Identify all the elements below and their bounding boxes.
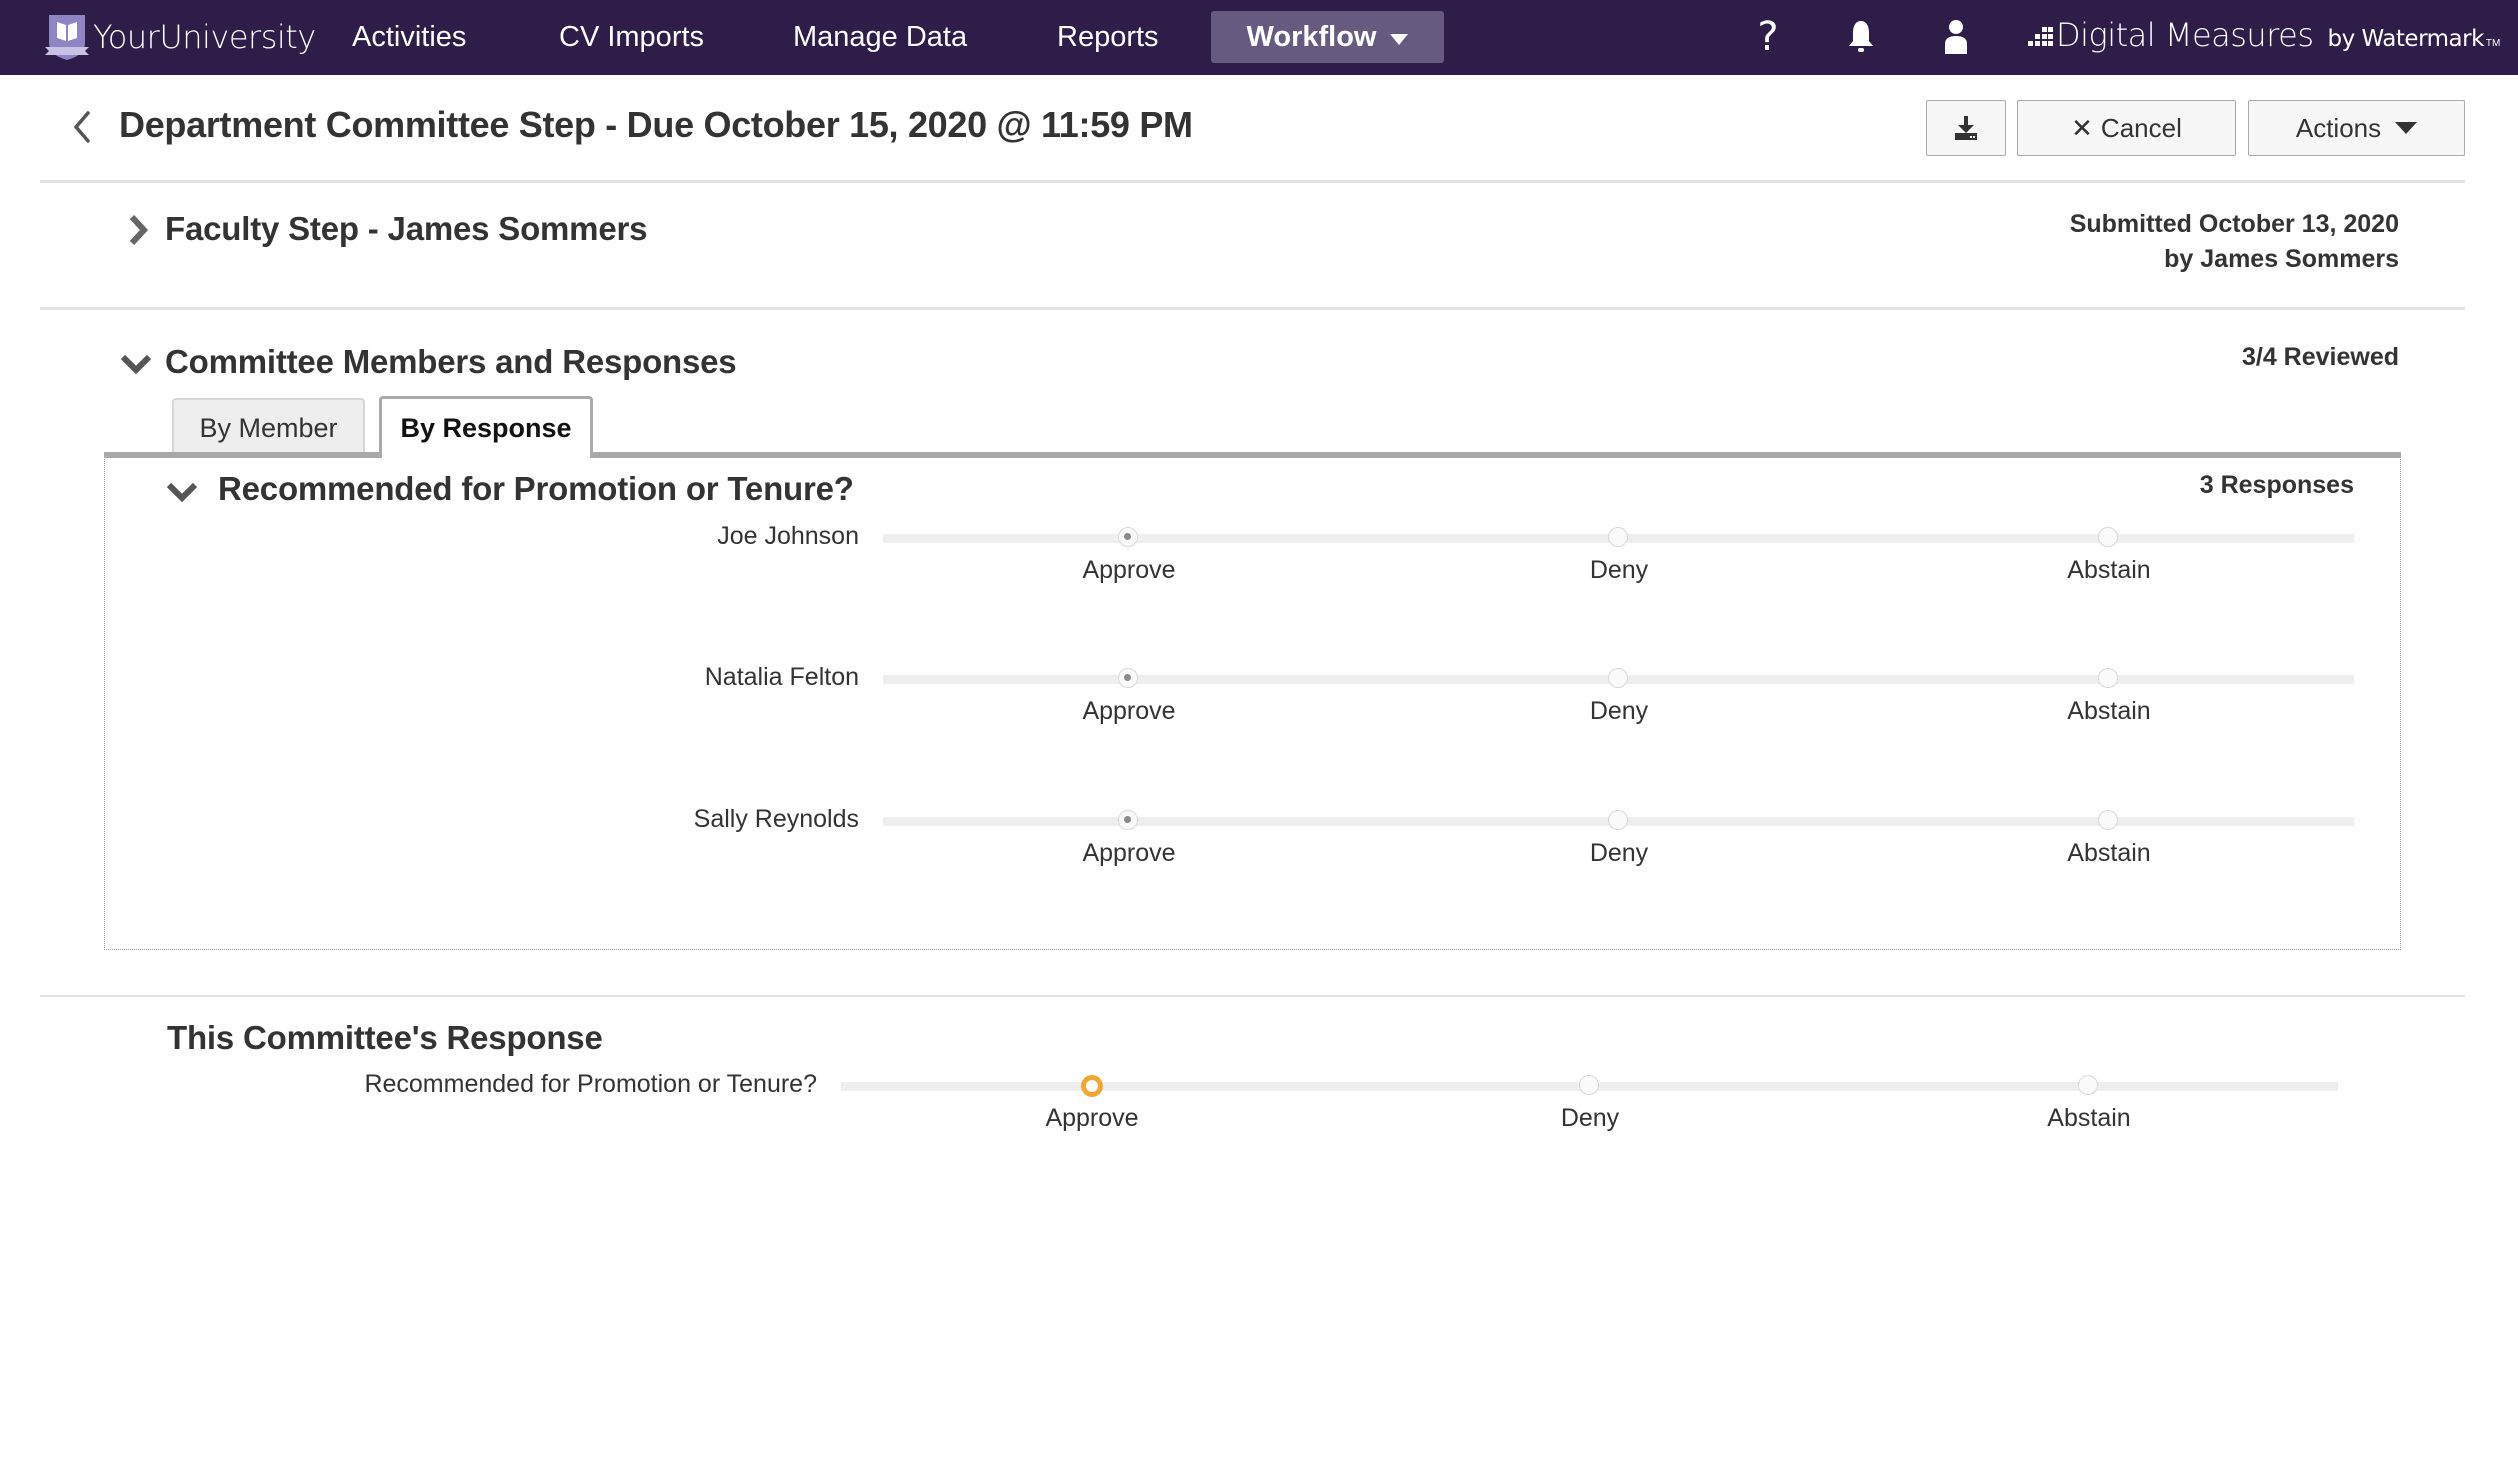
option-label-deny: Deny <box>1589 697 1649 725</box>
nav-activities[interactable]: Activities <box>352 18 466 56</box>
option-label-approve: Approve <box>1082 697 1176 725</box>
committee-response-label: Recommended for Promotion or Tenure? <box>364 1070 817 1098</box>
divider <box>40 995 2465 997</box>
nav-cv-imports[interactable]: CV Imports <box>559 18 704 56</box>
option-label-approve: Approve <box>1082 556 1176 584</box>
radio-approve[interactable] <box>1118 668 1138 688</box>
user-icon <box>1945 20 1967 54</box>
caret-down-icon <box>2395 122 2418 134</box>
user-menu-button[interactable] <box>1934 14 1978 60</box>
radio-abstain[interactable] <box>2098 810 2118 830</box>
brand-name: YourUniversity <box>93 18 316 56</box>
option-label-approve: Approve <box>1082 839 1176 867</box>
caret-down-icon <box>1390 33 1409 45</box>
university-logo[interactable]: YourUniversity <box>45 12 316 62</box>
submitted-info: Submitted October 13, 2020 by James Somm… <box>2070 207 2399 277</box>
radio-approve[interactable] <box>1118 810 1138 830</box>
member-response-label: Joe Johnson <box>717 522 859 550</box>
member-response-label: Natalia Felton <box>704 663 859 691</box>
close-icon: ✕ <box>2071 112 2093 143</box>
cancel-label: Cancel <box>2100 112 2182 143</box>
notifications-button[interactable] <box>1839 14 1883 60</box>
option-label-deny: Deny <box>1589 556 1649 584</box>
collapse-committee[interactable] <box>120 352 152 376</box>
nav-manage-data[interactable]: Manage Data <box>793 18 967 56</box>
download-button[interactable] <box>1926 100 2006 156</box>
committee-response-title: This Committee's Response <box>167 1019 603 1056</box>
radio-deny[interactable] <box>1608 527 1628 547</box>
radio-abstain[interactable] <box>2078 1075 2098 1095</box>
radio-deny[interactable] <box>1579 1075 1599 1095</box>
nav-workflow-label: Workflow <box>1246 20 1377 53</box>
response-count: 3 Responses <box>2199 471 2354 499</box>
option-label-abstain: Abstain <box>2067 839 2151 867</box>
trademark: TM <box>2485 38 2501 49</box>
collapse-question[interactable] <box>166 480 198 504</box>
option-label-abstain: Abstain <box>2067 556 2151 584</box>
cancel-button[interactable]: ✕ Cancel <box>2017 100 2236 156</box>
page-title: Department Committee Step - Due October … <box>119 104 1193 145</box>
help-icon: ? <box>1757 14 1779 60</box>
dm-dots-icon <box>2028 25 2054 49</box>
radio-abstain[interactable] <box>2098 668 2118 688</box>
vendor-by: by Watermark <box>2327 26 2485 52</box>
member-response-label: Sally Reynolds <box>693 805 859 833</box>
back-chevron-icon[interactable] <box>64 107 100 147</box>
radio-abstain[interactable] <box>2098 527 2118 547</box>
radio-deny[interactable] <box>1608 810 1628 830</box>
bell-icon <box>1849 21 1873 52</box>
top-navbar: YourUniversity Activities CV Imports Man… <box>0 0 2518 75</box>
option-label-abstain: Abstain <box>2067 697 2151 725</box>
tab-by-response[interactable]: By Response <box>379 396 593 458</box>
vendor-name: Digital Measures <box>2056 16 2314 54</box>
help-button[interactable]: ? <box>1746 14 1790 60</box>
tab-panel <box>104 456 2401 950</box>
radio-approve[interactable] <box>1081 1075 1103 1097</box>
actions-label: Actions <box>2295 112 2382 143</box>
question-title: Recommended for Promotion or Tenure? <box>218 470 854 507</box>
chevron-down-icon <box>166 482 198 503</box>
tab-by-member[interactable]: By Member <box>172 398 365 456</box>
vendor-logo: Digital Measures by Watermark TM <box>2028 16 2500 54</box>
radio-deny[interactable] <box>1608 668 1628 688</box>
shield-book-icon <box>45 15 89 60</box>
submitted-by: by James Sommers <box>2164 245 2399 273</box>
submitted-date: Submitted October 13, 2020 <box>2069 210 2399 238</box>
radio-approve[interactable] <box>1118 527 1138 547</box>
committee-title[interactable]: Committee Members and Responses <box>165 343 737 381</box>
option-label-deny: Deny <box>1589 839 1649 867</box>
nav-reports[interactable]: Reports <box>1057 18 1159 56</box>
option-label-deny: Deny <box>1560 1104 1620 1132</box>
faculty-step-title[interactable]: Faculty Step - James Sommers <box>165 210 647 248</box>
nav-workflow-dropdown[interactable]: Workflow <box>1211 11 1444 63</box>
reviewed-count: 3/4 Reviewed <box>2241 343 2399 371</box>
option-label-abstain: Abstain <box>2047 1104 2131 1132</box>
download-icon <box>1955 116 1977 140</box>
actions-dropdown[interactable]: Actions <box>2248 100 2465 156</box>
option-label-approve: Approve <box>1045 1104 1139 1132</box>
chevron-down-icon <box>120 354 152 375</box>
expand-faculty-step[interactable] <box>126 214 150 246</box>
chevron-right-icon <box>129 214 149 246</box>
divider <box>40 307 2465 310</box>
divider <box>40 180 2465 183</box>
